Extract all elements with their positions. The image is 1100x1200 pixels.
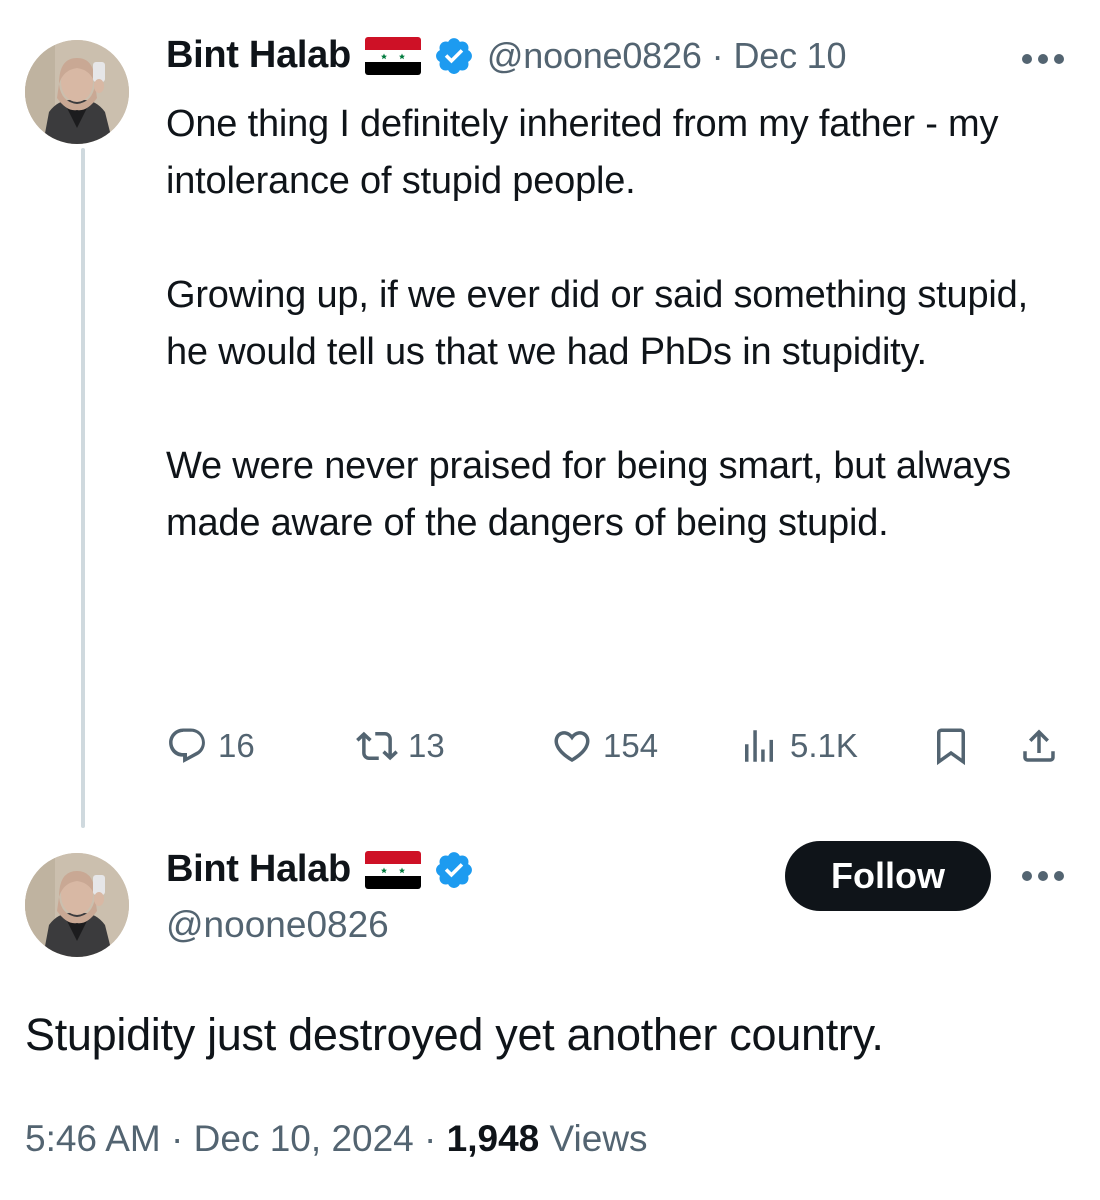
repost-button[interactable]: 13 <box>356 718 445 774</box>
dot-separator: · <box>171 1118 184 1159</box>
follow-button[interactable]: Follow <box>785 841 991 911</box>
author-display-name[interactable]: Bint Halab <box>166 34 351 77</box>
reply-count: 16 <box>218 727 255 764</box>
share-icon <box>1023 729 1055 762</box>
avatar[interactable] <box>25 40 129 144</box>
views-label: Views <box>549 1118 648 1159</box>
verified-badge-icon[interactable] <box>433 35 475 77</box>
bookmark-icon <box>937 728 965 766</box>
syria-flag-icon <box>364 850 421 889</box>
reply-author-row: Bint Halab @noone0826 · Dec 10 <box>166 34 847 77</box>
tweet-time[interactable]: 5:46 AM <box>25 1118 161 1159</box>
tweet-date[interactable]: Dec 10 <box>733 35 846 77</box>
main-author-row: Bint Halab <box>166 848 475 891</box>
reply-tweet-text: One thing I definitely inherited from my… <box>166 96 1076 552</box>
share-button[interactable] <box>1018 718 1060 774</box>
analytics-icon <box>745 730 773 762</box>
verified-badge-icon[interactable] <box>433 849 475 891</box>
repost-icon <box>356 731 398 761</box>
tweet-thread: Bint Halab @noone0826 · Dec 10 One thing… <box>0 0 1100 1200</box>
author-handle[interactable]: @noone0826 <box>487 35 702 77</box>
views-count: 5.1K <box>790 727 858 764</box>
main-tweet-text: Stupidity just destroyed yet another cou… <box>25 1009 884 1060</box>
avatar[interactable] <box>25 853 129 957</box>
tweet-meta-row: 5:46 AM · Dec 10, 2024 · 1,948 Views <box>25 1118 648 1160</box>
tweet-paragraph: One thing I definitely inherited from my… <box>166 103 999 202</box>
tweet-paragraph: Growing up, if we ever did or said somet… <box>166 274 1028 373</box>
like-button[interactable]: 154 <box>551 718 658 774</box>
tweet-paragraph: We were never praised for being smart, b… <box>166 445 1011 544</box>
more-horizontal-icon[interactable] <box>1020 52 1066 66</box>
author-display-name[interactable]: Bint Halab <box>166 848 351 891</box>
more-horizontal-icon[interactable] <box>1020 869 1066 883</box>
bookmark-button[interactable] <box>930 718 972 774</box>
thread-connector-line <box>81 148 85 828</box>
reply-icon <box>169 728 205 763</box>
avatar-photo <box>25 40 129 144</box>
repost-count: 13 <box>408 727 445 764</box>
reply-button[interactable]: 16 <box>166 718 255 774</box>
syria-flag-icon <box>364 36 421 75</box>
dot-separator: · <box>711 34 724 76</box>
tweet-action-bar: 16 13 154 5.1K <box>166 718 1066 774</box>
author-handle[interactable]: @noone0826 <box>166 904 389 946</box>
views-total: 1,948 <box>446 1118 540 1159</box>
avatar-photo <box>25 853 129 957</box>
heart-icon <box>554 731 590 763</box>
tweet-full-date[interactable]: Dec 10, 2024 <box>194 1118 414 1159</box>
like-count: 154 <box>603 727 659 764</box>
views-button[interactable]: 5.1K <box>738 718 858 774</box>
dot-separator: · <box>424 1118 437 1159</box>
